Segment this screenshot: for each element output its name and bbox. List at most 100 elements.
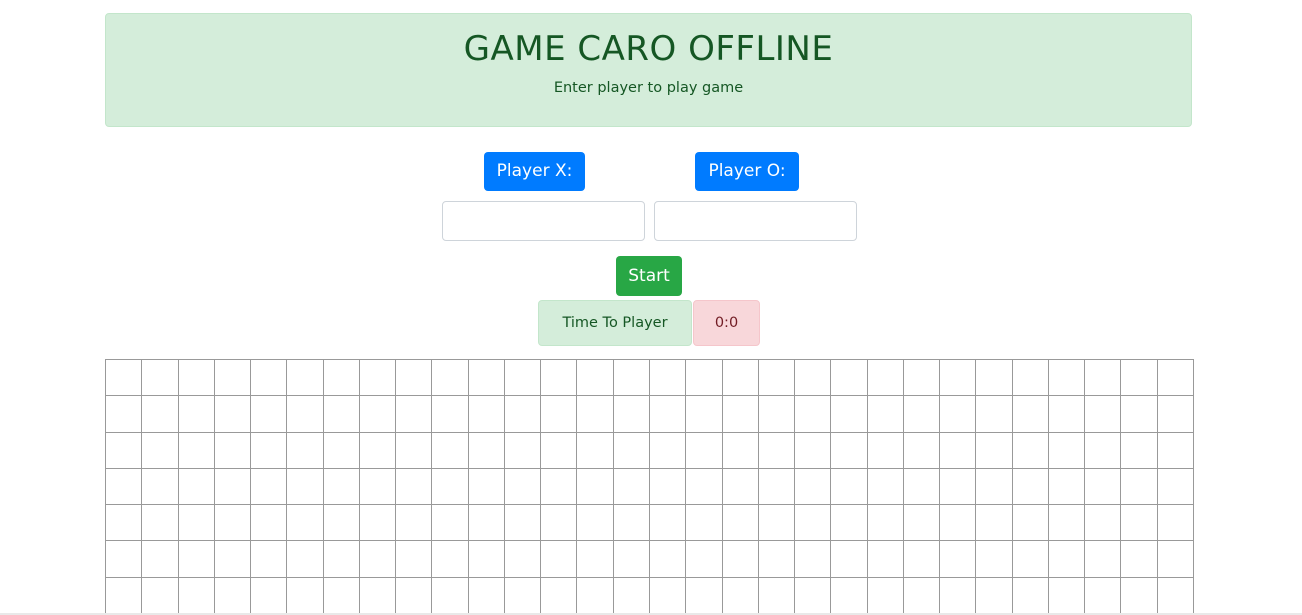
- board-cell[interactable]: [1012, 541, 1049, 578]
- board-cell[interactable]: [1012, 360, 1049, 397]
- board-cell[interactable]: [468, 396, 505, 433]
- board-cell[interactable]: [1012, 396, 1049, 433]
- board-cell[interactable]: [432, 396, 469, 433]
- board-cell[interactable]: [178, 541, 215, 578]
- board-cell[interactable]: [722, 396, 759, 433]
- board-cell[interactable]: [1048, 432, 1086, 469]
- board-cell[interactable]: [287, 360, 324, 397]
- board-cell[interactable]: [831, 396, 868, 433]
- board-cell[interactable]: [541, 468, 578, 506]
- board-cell[interactable]: [577, 505, 614, 542]
- board-cell[interactable]: [1085, 360, 1122, 397]
- board-cell[interactable]: [722, 577, 759, 615]
- board-cell[interactable]: [758, 468, 796, 506]
- board-cell[interactable]: [1157, 577, 1194, 615]
- board-cell[interactable]: [359, 468, 397, 506]
- board-cell[interactable]: [142, 432, 179, 469]
- board-cell[interactable]: [867, 432, 904, 469]
- board-cell[interactable]: [1012, 432, 1049, 469]
- board-cell[interactable]: [323, 505, 360, 542]
- board-cell[interactable]: [903, 432, 941, 469]
- board-cell[interactable]: [613, 541, 650, 578]
- board-cell[interactable]: [468, 541, 505, 578]
- board-cell[interactable]: [214, 396, 252, 433]
- board-cell[interactable]: [287, 468, 324, 506]
- board-cell[interactable]: [251, 505, 288, 542]
- board-cell[interactable]: [758, 396, 796, 433]
- start-button[interactable]: Start: [616, 256, 682, 296]
- board-cell[interactable]: [468, 468, 505, 506]
- board-cell[interactable]: [468, 505, 505, 542]
- board-cell[interactable]: [577, 541, 614, 578]
- board-cell[interactable]: [867, 468, 904, 506]
- board-cell[interactable]: [287, 541, 324, 578]
- board-cell[interactable]: [541, 396, 578, 433]
- board-cell[interactable]: [758, 577, 796, 615]
- board-cell[interactable]: [795, 360, 832, 397]
- board-cell[interactable]: [722, 505, 759, 542]
- board-cell[interactable]: [396, 396, 433, 433]
- board-cell[interactable]: [178, 468, 215, 506]
- board-cell[interactable]: [1157, 432, 1194, 469]
- board-cell[interactable]: [504, 396, 542, 433]
- board-cell[interactable]: [795, 468, 832, 506]
- board-cell[interactable]: [178, 396, 215, 433]
- board-cell[interactable]: [940, 360, 977, 397]
- board-cell[interactable]: [504, 505, 542, 542]
- board-cell[interactable]: [142, 505, 179, 542]
- board-cell[interactable]: [323, 468, 360, 506]
- board-cell[interactable]: [432, 505, 469, 542]
- board-cell[interactable]: [722, 468, 759, 506]
- board-cell[interactable]: [396, 505, 433, 542]
- board-cell[interactable]: [903, 396, 941, 433]
- board-cell[interactable]: [287, 577, 324, 615]
- board-cell[interactable]: [504, 468, 542, 506]
- board-cell[interactable]: [649, 505, 687, 542]
- board-cell[interactable]: [1121, 396, 1158, 433]
- board-cell[interactable]: [867, 541, 904, 578]
- board-cell[interactable]: [1121, 360, 1158, 397]
- board-cell[interactable]: [613, 396, 650, 433]
- board-cell[interactable]: [323, 360, 360, 397]
- board-cell[interactable]: [359, 396, 397, 433]
- board-cell[interactable]: [867, 577, 904, 615]
- board-cell[interactable]: [106, 396, 143, 433]
- board-cell[interactable]: [359, 505, 397, 542]
- board-cell[interactable]: [1157, 541, 1194, 578]
- board-cell[interactable]: [251, 541, 288, 578]
- board-cell[interactable]: [1048, 468, 1086, 506]
- board-cell[interactable]: [541, 505, 578, 542]
- board-cell[interactable]: [541, 541, 578, 578]
- board-cell[interactable]: [214, 505, 252, 542]
- board-cell[interactable]: [142, 541, 179, 578]
- board-cell[interactable]: [940, 541, 977, 578]
- board-cell[interactable]: [613, 468, 650, 506]
- board-cell[interactable]: [178, 505, 215, 542]
- board-cell[interactable]: [940, 432, 977, 469]
- board-cell[interactable]: [251, 577, 288, 615]
- board-cell[interactable]: [1048, 360, 1086, 397]
- board-cell[interactable]: [867, 396, 904, 433]
- board-cell[interactable]: [1012, 577, 1049, 615]
- board-cell[interactable]: [1012, 468, 1049, 506]
- board-cell[interactable]: [1157, 468, 1194, 506]
- player-o-button[interactable]: Player O:: [695, 152, 799, 191]
- board-cell[interactable]: [142, 577, 179, 615]
- board-cell[interactable]: [649, 577, 687, 615]
- board-cell[interactable]: [686, 432, 723, 469]
- board-cell[interactable]: [323, 432, 360, 469]
- board-cell[interactable]: [504, 432, 542, 469]
- board-cell[interactable]: [940, 577, 977, 615]
- board-cell[interactable]: [649, 396, 687, 433]
- board-cell[interactable]: [468, 577, 505, 615]
- board-cell[interactable]: [504, 541, 542, 578]
- board-cell[interactable]: [1085, 577, 1122, 615]
- board-cell[interactable]: [214, 468, 252, 506]
- board-cell[interactable]: [1121, 468, 1158, 506]
- board-cell[interactable]: [359, 432, 397, 469]
- board-cell[interactable]: [396, 468, 433, 506]
- board-cell[interactable]: [831, 432, 868, 469]
- board-cell[interactable]: [831, 360, 868, 397]
- board-cell[interactable]: [903, 360, 941, 397]
- board-cell[interactable]: [1085, 432, 1122, 469]
